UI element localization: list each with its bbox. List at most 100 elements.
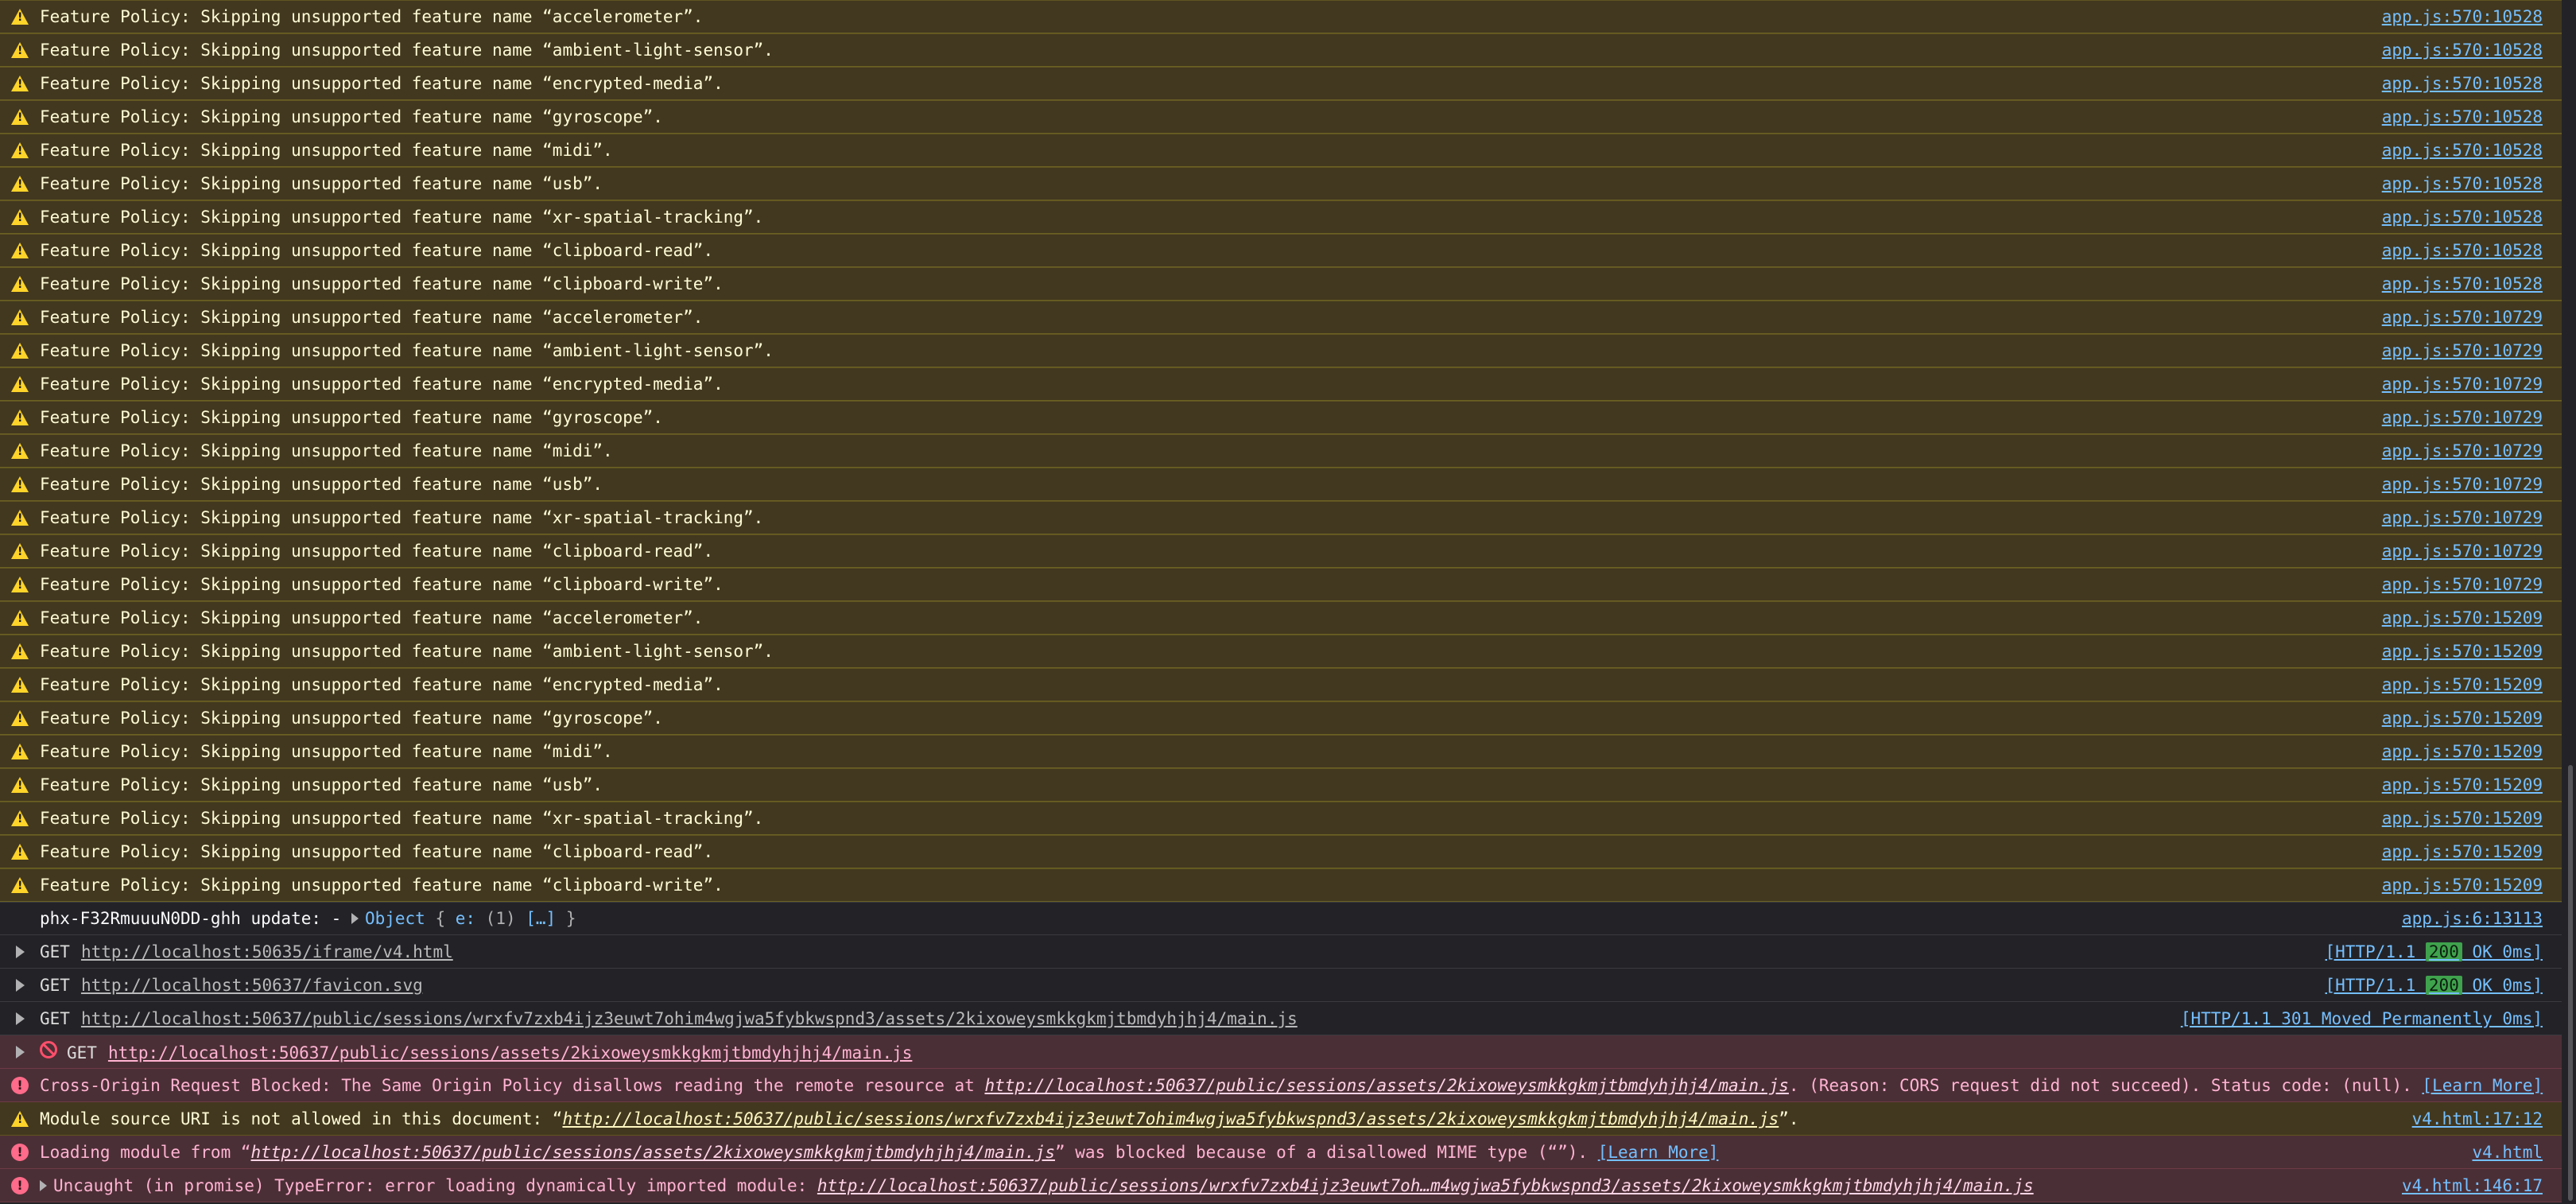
log-row: phx-F32RmuuuN0DD-ghh update: - Object { … bbox=[0, 902, 2562, 935]
warning-message: Feature Policy: Skipping unsupported fea… bbox=[40, 775, 603, 794]
expand-object-icon[interactable] bbox=[351, 913, 359, 924]
object-value[interactable]: […] bbox=[526, 909, 556, 928]
warning-source-link[interactable]: app.js:570:15209 bbox=[2375, 742, 2543, 761]
warning-icon bbox=[11, 844, 29, 860]
warning-source-link[interactable]: app.js:570:10729 bbox=[2375, 575, 2543, 594]
request-url[interactable]: http://localhost:50637/public/sessions/w… bbox=[81, 1009, 1298, 1028]
warning-row: Feature Policy: Skipping unsupported fea… bbox=[0, 868, 2562, 902]
scrollbar-thumb[interactable] bbox=[2568, 765, 2573, 1201]
network-request-row[interactable]: GET http://localhost:50637/favicon.svg [HT… bbox=[0, 969, 2562, 1002]
mime-error-text: Loading module from “ bbox=[40, 1142, 251, 1162]
network-request-row[interactable]: GET http://localhost:50637/public/session… bbox=[0, 1002, 2562, 1035]
mime-error-url[interactable]: http://localhost:50637/public/sessions/a… bbox=[251, 1143, 1055, 1162]
warning-row: Feature Policy: Skipping unsupported fea… bbox=[0, 501, 2562, 534]
request-status[interactable]: [HTTP/1.1 200 OK 0ms] bbox=[2318, 975, 2543, 995]
warning-message: Feature Policy: Skipping unsupported fea… bbox=[40, 274, 724, 293]
warning-row: Feature Policy: Skipping unsupported fea… bbox=[0, 401, 2562, 434]
warning-message: Feature Policy: Skipping unsupported fea… bbox=[40, 675, 724, 694]
module-warning-url[interactable]: http://localhost:50637/public/sessions/w… bbox=[562, 1109, 1779, 1128]
warning-icon bbox=[11, 443, 29, 459]
warning-message: Feature Policy: Skipping unsupported fea… bbox=[40, 41, 774, 60]
error-icon: ! bbox=[11, 1176, 29, 1194]
warning-source-link[interactable]: app.js:570:15209 bbox=[2375, 675, 2543, 694]
network-list: GET http://localhost:50635/iframe/v4.html… bbox=[0, 935, 2562, 1035]
warning-message: Feature Policy: Skipping unsupported fea… bbox=[40, 408, 663, 427]
expand-stack-icon[interactable] bbox=[40, 1179, 47, 1191]
warning-source-link[interactable]: app.js:570:10528 bbox=[2375, 208, 2543, 227]
warning-message: Feature Policy: Skipping unsupported fea… bbox=[40, 441, 613, 460]
warning-source-link[interactable]: app.js:570:10528 bbox=[2375, 107, 2543, 126]
warning-source-link[interactable]: app.js:570:15209 bbox=[2375, 642, 2543, 661]
request-url[interactable]: http://localhost:50635/iframe/v4.html bbox=[81, 942, 453, 961]
warning-source-link[interactable]: app.js:570:10528 bbox=[2375, 174, 2543, 193]
expand-icon[interactable] bbox=[15, 1045, 25, 1058]
request-status[interactable]: [HTTP/1.1 301 Moved Permanently 0ms] bbox=[2174, 1008, 2543, 1028]
warning-source-link[interactable]: app.js:570:15209 bbox=[2375, 842, 2543, 861]
network-request-row[interactable]: GET http://localhost:50635/iframe/v4.html… bbox=[0, 935, 2562, 969]
warning-source-link[interactable]: app.js:570:15209 bbox=[2375, 608, 2543, 627]
warning-message: Feature Policy: Skipping unsupported fea… bbox=[40, 608, 704, 627]
warning-source-link[interactable]: app.js:570:15209 bbox=[2375, 876, 2543, 895]
warning-source-link[interactable]: app.js:570:15209 bbox=[2375, 809, 2543, 828]
warning-message: Feature Policy: Skipping unsupported fea… bbox=[40, 742, 613, 761]
object-label[interactable]: Object bbox=[365, 909, 425, 928]
warning-row: Feature Policy: Skipping unsupported fea… bbox=[0, 301, 2562, 334]
warning-row: Feature Policy: Skipping unsupported fea… bbox=[0, 200, 2562, 234]
warning-row: Feature Policy: Skipping unsupported fea… bbox=[0, 167, 2562, 200]
warning-message: Feature Policy: Skipping unsupported fea… bbox=[40, 174, 603, 193]
warning-source-link[interactable]: app.js:570:10528 bbox=[2375, 141, 2543, 160]
blocked-request-row[interactable]: GET http://localhost:50637/public/session… bbox=[0, 1035, 2562, 1069]
warning-row: Feature Policy: Skipping unsupported fea… bbox=[0, 0, 2562, 33]
mime-error-reason: ” was blocked because of a disallowed MI… bbox=[1054, 1142, 1598, 1162]
warning-message: Feature Policy: Skipping unsupported fea… bbox=[40, 375, 724, 394]
warning-source-link[interactable]: app.js:570:10729 bbox=[2375, 375, 2543, 394]
cors-error-url[interactable]: http://localhost:50637/public/sessions/a… bbox=[984, 1076, 1788, 1095]
request-url[interactable]: http://localhost:50637/favicon.svg bbox=[81, 976, 423, 995]
typeerror-source-link[interactable]: v4.html:146:17 bbox=[2395, 1175, 2543, 1195]
learn-more-link[interactable]: [Learn More] bbox=[1598, 1143, 1719, 1162]
warning-icon bbox=[11, 176, 29, 192]
warning-icon bbox=[11, 476, 29, 492]
object-count: (1) bbox=[475, 909, 526, 928]
warning-icon bbox=[11, 209, 29, 225]
warning-source-link[interactable]: app.js:570:10729 bbox=[2375, 441, 2543, 460]
request-status[interactable]: [HTTP/1.1 200 OK 0ms] bbox=[2318, 942, 2543, 961]
request-url[interactable]: http://localhost:50637/public/sessions/a… bbox=[108, 1043, 912, 1062]
expand-icon[interactable] bbox=[15, 1012, 25, 1025]
warning-icon bbox=[11, 677, 29, 693]
status-code-badge: 200 bbox=[2425, 975, 2462, 995]
warning-source-link[interactable]: app.js:570:15209 bbox=[2375, 775, 2543, 794]
expand-icon[interactable] bbox=[15, 978, 25, 992]
warning-row: Feature Policy: Skipping unsupported fea… bbox=[0, 67, 2562, 100]
warning-source-link[interactable]: app.js:570:15209 bbox=[2375, 709, 2543, 728]
warning-source-link[interactable]: app.js:570:10528 bbox=[2375, 74, 2543, 93]
warning-source-link[interactable]: app.js:570:10528 bbox=[2375, 274, 2543, 293]
warning-source-link[interactable]: app.js:570:10528 bbox=[2375, 41, 2543, 60]
scrollbar[interactable] bbox=[2562, 0, 2576, 1204]
warning-source-link[interactable]: app.js:570:10729 bbox=[2375, 408, 2543, 427]
warning-source-link[interactable]: app.js:570:10729 bbox=[2375, 475, 2543, 494]
warning-icon bbox=[11, 1110, 29, 1127]
warning-source-link[interactable]: app.js:570:10729 bbox=[2375, 508, 2543, 527]
warning-source-link[interactable]: app.js:570:10528 bbox=[2375, 7, 2543, 26]
warning-source-link[interactable]: app.js:570:10528 bbox=[2375, 241, 2543, 260]
warning-source-link[interactable]: app.js:570:10729 bbox=[2375, 308, 2543, 327]
expand-icon[interactable] bbox=[15, 945, 25, 958]
warning-source-link[interactable]: app.js:570:10729 bbox=[2375, 341, 2543, 360]
cors-error-row: ! Cross-Origin Request Blocked: The Same… bbox=[0, 1069, 2562, 1102]
warning-icon bbox=[11, 142, 29, 158]
warning-message: Feature Policy: Skipping unsupported fea… bbox=[40, 308, 704, 327]
warning-row: Feature Policy: Skipping unsupported fea… bbox=[0, 234, 2562, 267]
log-source-link[interactable]: app.js:6:13113 bbox=[2395, 909, 2543, 928]
learn-more-link[interactable]: [Learn More] bbox=[2422, 1076, 2543, 1095]
mime-error-source-link[interactable]: v4.html bbox=[2465, 1142, 2543, 1162]
warning-message: Feature Policy: Skipping unsupported fea… bbox=[40, 642, 774, 661]
warning-icon bbox=[11, 42, 29, 58]
warning-icon bbox=[11, 577, 29, 592]
warning-source-link[interactable]: app.js:570:10729 bbox=[2375, 542, 2543, 561]
warning-row: Feature Policy: Skipping unsupported fea… bbox=[0, 434, 2562, 468]
module-warning-source-link[interactable]: v4.html:17:12 bbox=[2405, 1109, 2543, 1128]
warning-row: Feature Policy: Skipping unsupported fea… bbox=[0, 367, 2562, 401]
typeerror-url[interactable]: http://localhost:50637/public/sessions/w… bbox=[817, 1176, 2034, 1195]
warning-row: Feature Policy: Skipping unsupported fea… bbox=[0, 601, 2562, 635]
